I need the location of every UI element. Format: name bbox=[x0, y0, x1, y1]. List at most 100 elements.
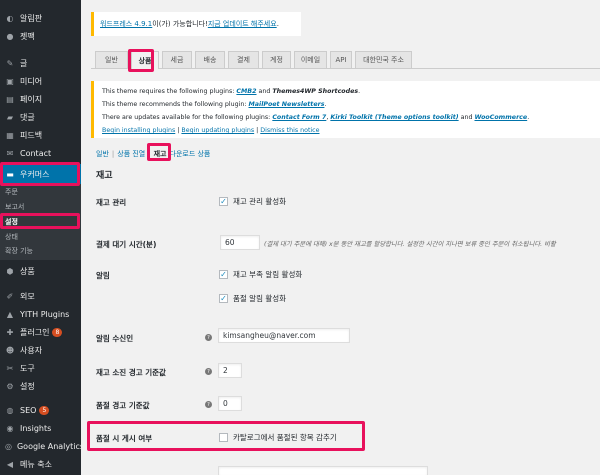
sidebar-item-appearance[interactable]: ✐ 외모 bbox=[0, 287, 81, 305]
sidebar-item-products[interactable]: ⬢ 상품 bbox=[0, 262, 81, 280]
plugin-icon: ✚ bbox=[6, 327, 14, 337]
sidebar-item-settings[interactable]: ⚙ 설정 bbox=[0, 377, 81, 395]
subnav-display[interactable]: 상품 진열 bbox=[117, 149, 145, 159]
contact-form-7-link[interactable]: Contact Form 7 bbox=[272, 114, 326, 121]
tab-korean-address[interactable]: 대한민국 주소 bbox=[355, 51, 412, 68]
comment-icon: ▰ bbox=[6, 112, 14, 122]
hide-out-of-stock-checkbox[interactable] bbox=[219, 433, 228, 442]
dashboard-icon: ◐ bbox=[6, 13, 14, 23]
sidebar-item-users[interactable]: ☻ 사용자 bbox=[0, 341, 81, 359]
appearance-icon: ✐ bbox=[6, 291, 14, 301]
help-icon[interactable]: ? bbox=[205, 368, 212, 375]
out-of-stock-threshold-input[interactable]: 0 bbox=[218, 396, 242, 411]
jetpack-icon: ● bbox=[6, 31, 14, 41]
hold-stock-description: (결제 대기 주문에 대해) x분 동안 재고를 할당합니다. 설정한 시간이 … bbox=[264, 241, 556, 248]
woocommerce-link[interactable]: WooCommerce bbox=[474, 114, 527, 121]
sidebar-item-google-analytics[interactable]: ◎ Google Analytics bbox=[0, 437, 84, 455]
sidebar-item-yith[interactable]: ▲ YITH Plugins bbox=[0, 305, 81, 323]
submenu-settings[interactable]: 설정 bbox=[5, 217, 18, 227]
mailpoet-link[interactable]: MailPoet Newsletters bbox=[249, 101, 325, 108]
hide-out-of-stock-row: 카탈로그에서 품절된 항목 감추기 bbox=[219, 432, 337, 443]
subnav-general[interactable]: 일반 bbox=[96, 149, 109, 159]
low-stock-notify-row: ✓ 재고 부족 알림 활성화 bbox=[219, 269, 303, 279]
tab-general[interactable]: 일반 bbox=[95, 51, 128, 68]
notice-line-required: This theme requires the following plugin… bbox=[102, 88, 361, 95]
hold-stock-input[interactable]: 60 bbox=[220, 235, 260, 250]
tab-email[interactable]: 이메일 bbox=[294, 51, 327, 68]
sidebar-item-contact[interactable]: ✉ Contact bbox=[0, 144, 81, 162]
begin-updating-link[interactable]: Begin updating plugins bbox=[181, 127, 254, 134]
sidebar-item-insights[interactable]: ◉ Insights bbox=[0, 419, 81, 437]
tab-shipping[interactable]: 배송 bbox=[195, 51, 225, 68]
users-icon: ☻ bbox=[5, 345, 15, 355]
settings-icon: ⚙ bbox=[6, 381, 14, 391]
woocommerce-submenu: 주문 보고서 설정 상태 확장 기능 bbox=[0, 184, 81, 260]
notice-line-updates: There are updates available for the foll… bbox=[102, 114, 530, 121]
notice-actions: Begin installing plugins | Begin updatin… bbox=[102, 127, 320, 134]
section-subnav: 일반 | 상품 진열 | 재고 다운로드 상품 bbox=[96, 149, 211, 159]
tab-account[interactable]: 계정 bbox=[262, 51, 291, 68]
analytics-icon: ◎ bbox=[5, 441, 12, 451]
seo-icon: ◍ bbox=[6, 405, 14, 415]
sidebar-item-feedback[interactable]: ▦ 피드백 bbox=[0, 126, 81, 144]
submenu-extensions[interactable]: 확장 기능 bbox=[5, 246, 33, 256]
main-content: 워드프레스 4.9.1 이(가) 가능합니다! 지금 업데이트 해주세요. 일반 … bbox=[81, 0, 600, 475]
collapse-icon: ◀ bbox=[6, 459, 14, 469]
cmb2-link[interactable]: CMB2 bbox=[236, 88, 256, 95]
tools-icon: ✂ bbox=[6, 363, 14, 373]
sidebar-item-dashboard[interactable]: ◐ 알림판 bbox=[0, 9, 81, 27]
manage-stock-label: 재고 관리 bbox=[96, 198, 127, 207]
subnav-downloads[interactable]: 다운로드 상품 bbox=[170, 149, 211, 159]
yith-icon: ▲ bbox=[6, 309, 14, 319]
subnav-inventory[interactable]: 재고 bbox=[154, 149, 167, 159]
sidebar-item-posts[interactable]: ✎ 글 bbox=[0, 54, 81, 72]
out-of-stock-threshold-label: 품절 경고 기준값 bbox=[96, 401, 150, 410]
sidebar-item-seo[interactable]: ◍ SEO 5 bbox=[0, 401, 81, 419]
tab-products[interactable]: 상품 bbox=[131, 51, 159, 69]
manage-stock-checkbox[interactable]: ✓ bbox=[219, 197, 228, 206]
recipient-email-input[interactable]: kimsangheu@naver.com bbox=[218, 328, 350, 343]
help-icon[interactable]: ? bbox=[205, 334, 212, 341]
submenu-status[interactable]: 상태 bbox=[5, 232, 18, 242]
out-of-stock-notify-checkbox[interactable]: ✓ bbox=[219, 294, 228, 303]
next-setting-input[interactable] bbox=[218, 466, 428, 475]
submenu-orders[interactable]: 주문 bbox=[5, 187, 18, 197]
sidebar-item-woocommerce[interactable]: ▬ 우커머스 bbox=[0, 164, 81, 184]
recipient-label: 알림 수신인 bbox=[96, 334, 134, 343]
manage-stock-row: ✓ 재고 관리 활성화 bbox=[219, 196, 287, 206]
sidebar-item-jetpack[interactable]: ● 젯팩 bbox=[0, 27, 81, 45]
tab-api[interactable]: API bbox=[330, 51, 352, 68]
dismiss-notice-link[interactable]: Dismiss this notice bbox=[260, 127, 319, 134]
out-of-stock-notify-row: ✓ 품절 알림 활성화 bbox=[219, 293, 287, 303]
insights-icon: ◉ bbox=[6, 423, 14, 433]
sidebar-item-collapse[interactable]: ◀ 메뉴 축소 bbox=[0, 455, 81, 473]
wordpress-version-link[interactable]: 워드프레스 4.9.1 bbox=[100, 19, 152, 29]
help-icon[interactable]: ? bbox=[205, 401, 212, 408]
sidebar-item-tools[interactable]: ✂ 도구 bbox=[0, 359, 81, 377]
products-icon: ⬢ bbox=[6, 266, 14, 276]
submenu-reports[interactable]: 보고서 bbox=[5, 202, 24, 212]
sidebar-item-pages[interactable]: ▤ 페이지 bbox=[0, 90, 81, 108]
contact-icon: ✉ bbox=[6, 148, 14, 158]
pin-icon: ✎ bbox=[6, 58, 14, 68]
feedback-icon: ▦ bbox=[6, 130, 14, 140]
low-stock-notify-checkbox[interactable]: ✓ bbox=[219, 270, 228, 279]
tab-tax[interactable]: 세금 bbox=[162, 51, 192, 68]
notice-line-recommended: This theme recommends the following plug… bbox=[102, 101, 327, 108]
admin-sidebar: ◐ 알림판 ● 젯팩 ✎ 글 ▣ 미디어 ▤ 페이지 ▰ 댓글 ▦ 피드백 ✉ Contact … bbox=[0, 0, 84, 475]
sidebar-item-media[interactable]: ▣ 미디어 bbox=[0, 72, 81, 90]
update-notice: 워드프레스 4.9.1 이(가) 가능합니다! 지금 업데이트 해주세요. bbox=[91, 12, 301, 36]
notifications-label: 알림 bbox=[96, 271, 110, 280]
sidebar-item-comments[interactable]: ▰ 댓글 bbox=[0, 108, 81, 126]
sidebar-item-plugins[interactable]: ✚ 플러그인 8 bbox=[0, 323, 81, 341]
seo-badge: 5 bbox=[39, 405, 50, 415]
begin-installing-link[interactable]: Begin installing plugins bbox=[102, 127, 175, 134]
page-icon: ▤ bbox=[6, 94, 14, 104]
low-stock-threshold-input[interactable]: 2 bbox=[218, 363, 242, 378]
out-of-stock-visibility-label: 품절 시 게시 여부 bbox=[96, 434, 153, 443]
tab-checkout[interactable]: 결제 bbox=[228, 51, 259, 68]
kirki-link[interactable]: Kirki Toolkit (Theme options toolkit) bbox=[330, 114, 458, 121]
update-now-link[interactable]: 지금 업데이트 해주세요 bbox=[208, 19, 277, 29]
woocommerce-icon: ▬ bbox=[6, 169, 14, 179]
low-stock-threshold-label: 재고 소진 경고 기준값 bbox=[96, 368, 166, 377]
